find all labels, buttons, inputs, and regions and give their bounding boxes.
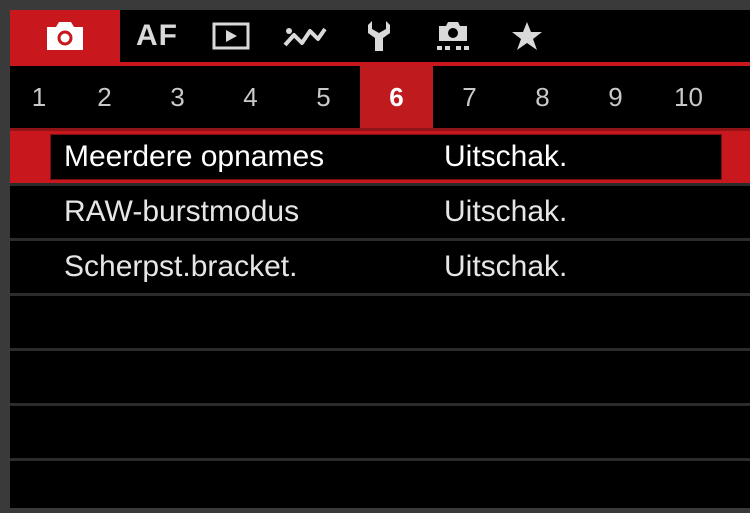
wrench-icon: [368, 21, 390, 51]
menu-item-empty: [10, 296, 750, 351]
tab-playback[interactable]: [194, 10, 268, 62]
custom-camera-icon: [437, 22, 469, 50]
page-tab-6[interactable]: 6: [360, 66, 433, 128]
menu-item-label: RAW-burstmodus: [64, 195, 300, 228]
camera-icon: [47, 22, 83, 50]
menu-item-raw-burst[interactable]: RAW-burstmodus Uitschak.: [10, 186, 750, 241]
menu-list: Meerdere opnames Uitschak. RAW-burstmodu…: [10, 131, 750, 513]
menu-item-label: Scherpst.bracket.: [64, 250, 298, 283]
page-tab-1[interactable]: 1: [10, 66, 68, 128]
menu-item-focus-bracketing[interactable]: Scherpst.bracket. Uitschak.: [10, 241, 750, 296]
camera-menu-screen: AF 1 2 3 4 5 6 7 8 9 10 Meerdere opnames…: [0, 0, 750, 508]
tab-af-label: AF: [136, 19, 178, 52]
page-tab-3[interactable]: 3: [141, 66, 214, 128]
page-tab-5[interactable]: 5: [287, 66, 360, 128]
menu-item-empty: [10, 461, 750, 513]
menu-item-value: Uitschak.: [444, 250, 568, 283]
tab-setup[interactable]: [342, 10, 416, 62]
page-tab-2[interactable]: 2: [68, 66, 141, 128]
playback-icon: [212, 22, 250, 50]
menu-panel: AF 1 2 3 4 5 6 7 8 9 10 Meerdere opnames…: [10, 10, 750, 508]
menu-item-empty: [10, 406, 750, 461]
menu-item-empty: [10, 351, 750, 406]
main-category-tabs: AF: [10, 10, 750, 62]
tab-my-menu[interactable]: [490, 10, 564, 62]
page-tab-7[interactable]: 7: [433, 66, 506, 128]
page-tab-9[interactable]: 9: [579, 66, 652, 128]
page-tab-8[interactable]: 8: [506, 66, 579, 128]
wireless-icon: [283, 27, 327, 47]
page-tab-10[interactable]: 10: [652, 66, 725, 128]
tab-custom-shooting[interactable]: [416, 10, 490, 62]
menu-item-value: Uitschak.: [444, 195, 568, 228]
page-number-tabs: 1 2 3 4 5 6 7 8 9 10: [10, 66, 750, 128]
star-icon: [512, 22, 542, 50]
menu-item-value: Uitschak.: [444, 140, 568, 173]
tab-custom-functions[interactable]: [268, 10, 342, 62]
tab-shooting[interactable]: [10, 10, 120, 62]
page-tab-4[interactable]: 4: [214, 66, 287, 128]
menu-item-multiple-exposure[interactable]: Meerdere opnames Uitschak.: [10, 131, 750, 186]
tab-af[interactable]: AF: [120, 10, 194, 62]
menu-item-label: Meerdere opnames: [64, 140, 325, 173]
